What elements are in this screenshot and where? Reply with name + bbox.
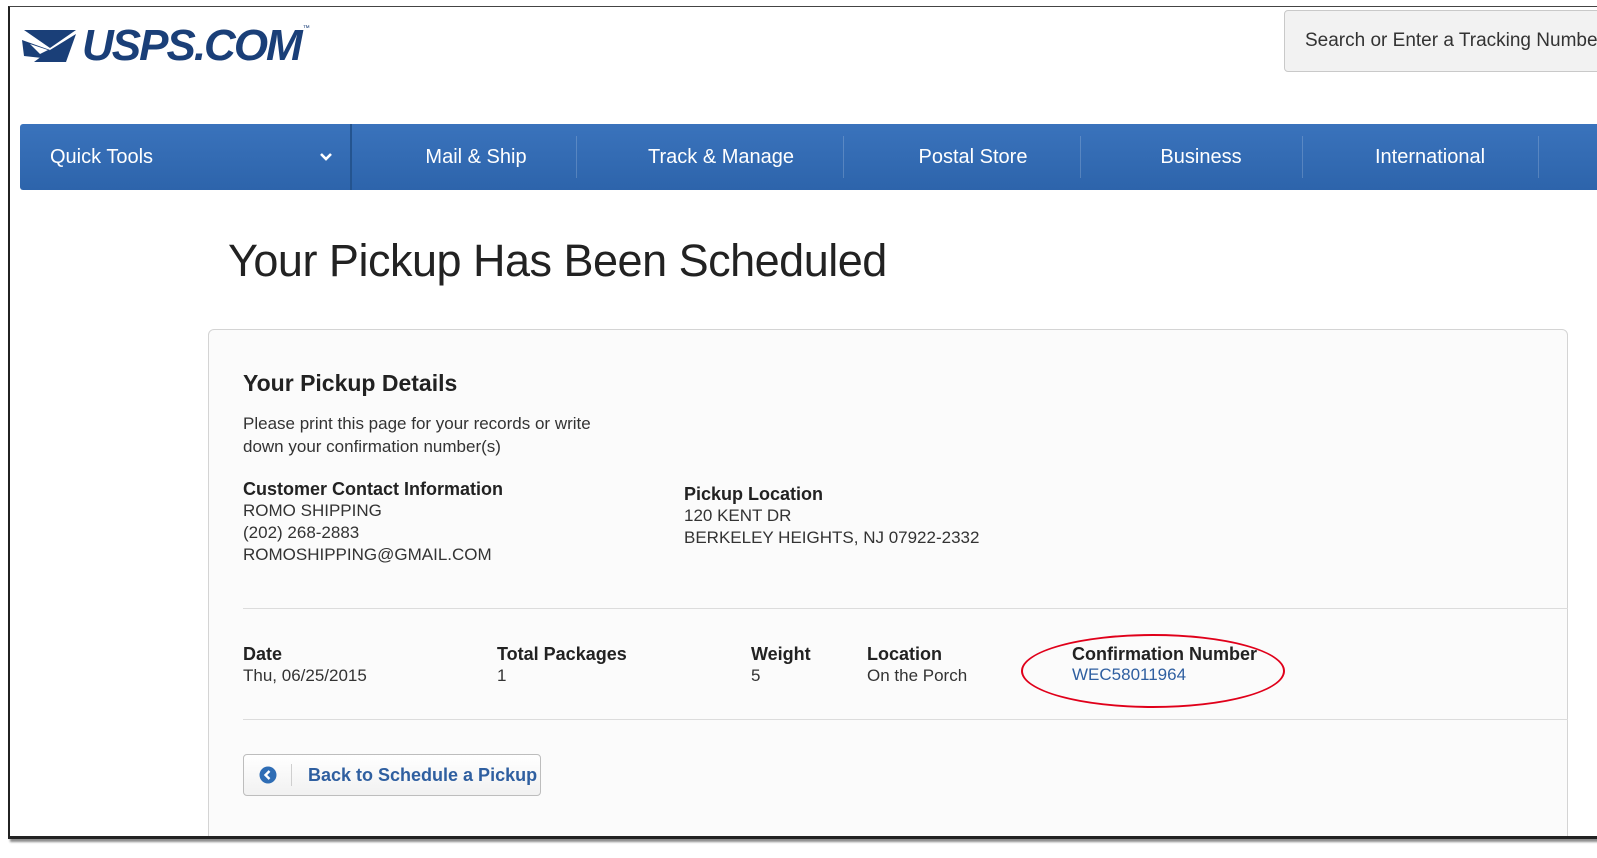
confirmation-number-label: Confirmation Number <box>1072 644 1258 664</box>
eagle-icon <box>22 30 76 62</box>
weight-column: Weight 5 <box>751 644 811 687</box>
location-label: Location <box>867 644 942 664</box>
confirmation-column: Confirmation Number WEC58011964 <box>1072 644 1257 685</box>
nav-separator <box>1302 136 1303 178</box>
intro-line-2: down your confirmation number(s) <box>243 437 501 456</box>
nav-separator <box>1538 136 1539 178</box>
pickup-location-label: Pickup Location <box>684 484 824 504</box>
chevron-left-circle-icon <box>259 766 277 784</box>
confirmation-number-link[interactable]: WEC58011964 <box>1072 665 1186 684</box>
browser-frame: USPS.COM ™ Quick Tools Mail & Ship Track… <box>8 6 1597 839</box>
customer-name: ROMO SHIPPING <box>243 501 382 520</box>
quick-tools-dropdown[interactable] <box>314 124 338 190</box>
nav-divider <box>350 124 352 190</box>
pickup-details-intro: Please print this page for your records … <box>243 412 591 458</box>
button-separator <box>291 764 292 786</box>
location-column: Location On the Porch <box>867 644 967 687</box>
logo-text: USPS.COM <box>82 21 303 70</box>
nav-separator <box>843 136 844 178</box>
pickup-location-block: Pickup Location 120 KENT DR BERKELEY HEI… <box>684 484 979 549</box>
customer-email: ROMOSHIPPING@GMAIL.COM <box>243 545 492 564</box>
main-nav: Quick Tools Mail & Ship Track & Manage P… <box>20 124 1597 190</box>
back-to-schedule-button[interactable]: Back to Schedule a Pickup <box>243 754 541 796</box>
nav-international[interactable]: International <box>1312 124 1548 190</box>
customer-contact-label: Customer Contact Information <box>243 479 504 499</box>
usps-logo[interactable]: USPS.COM ™ <box>20 21 310 71</box>
nav-track-manage[interactable]: Track & Manage <box>586 124 856 190</box>
date-column: Date Thu, 06/25/2015 <box>243 644 367 687</box>
nav-mail-ship[interactable]: Mail & Ship <box>376 124 576 190</box>
search-input[interactable] <box>1305 30 1597 52</box>
page-title: Your Pickup Has Been Scheduled <box>228 235 887 286</box>
nav-track-manage-label: Track & Manage <box>648 145 794 168</box>
nav-postal-store[interactable]: Postal Store <box>853 124 1093 190</box>
pickup-address-line-2: BERKELEY HEIGHTS, NJ 07922-2332 <box>684 528 980 547</box>
nav-business-label: Business <box>1160 145 1242 168</box>
nav-mail-ship-label: Mail & Ship <box>425 145 527 168</box>
pickup-details-heading: Your Pickup Details <box>243 370 458 396</box>
nav-separator <box>576 136 577 178</box>
date-label: Date <box>243 644 283 664</box>
nav-postal-store-label: Postal Store <box>918 145 1028 168</box>
total-packages-value: 1 <box>497 666 507 685</box>
nav-business[interactable]: Business <box>1090 124 1312 190</box>
section-divider <box>243 719 1568 720</box>
chevron-down-icon <box>320 153 332 161</box>
intro-line-1: Please print this page for your records … <box>243 414 591 433</box>
search-box[interactable] <box>1284 10 1597 72</box>
weight-value: 5 <box>751 666 761 685</box>
customer-contact-block: Customer Contact Information ROMO SHIPPI… <box>243 479 503 566</box>
back-to-schedule-label: Back to Schedule a Pickup <box>308 764 538 785</box>
total-packages-label: Total Packages <box>497 644 627 664</box>
date-value: Thu, 06/25/2015 <box>243 666 367 685</box>
pickup-address-line-1: 120 KENT DR <box>684 506 792 525</box>
customer-phone: (202) 268-2883 <box>243 523 360 542</box>
nav-separator <box>1080 136 1081 178</box>
nav-quick-tools[interactable]: Quick Tools <box>50 124 153 190</box>
packages-column: Total Packages 1 <box>497 644 627 687</box>
section-divider <box>243 608 1568 609</box>
location-value: On the Porch <box>867 666 968 685</box>
weight-label: Weight <box>751 644 811 664</box>
nav-quick-tools-label: Quick Tools <box>50 145 154 168</box>
nav-international-label: International <box>1374 145 1486 168</box>
logo-trademark: ™ <box>302 24 310 32</box>
